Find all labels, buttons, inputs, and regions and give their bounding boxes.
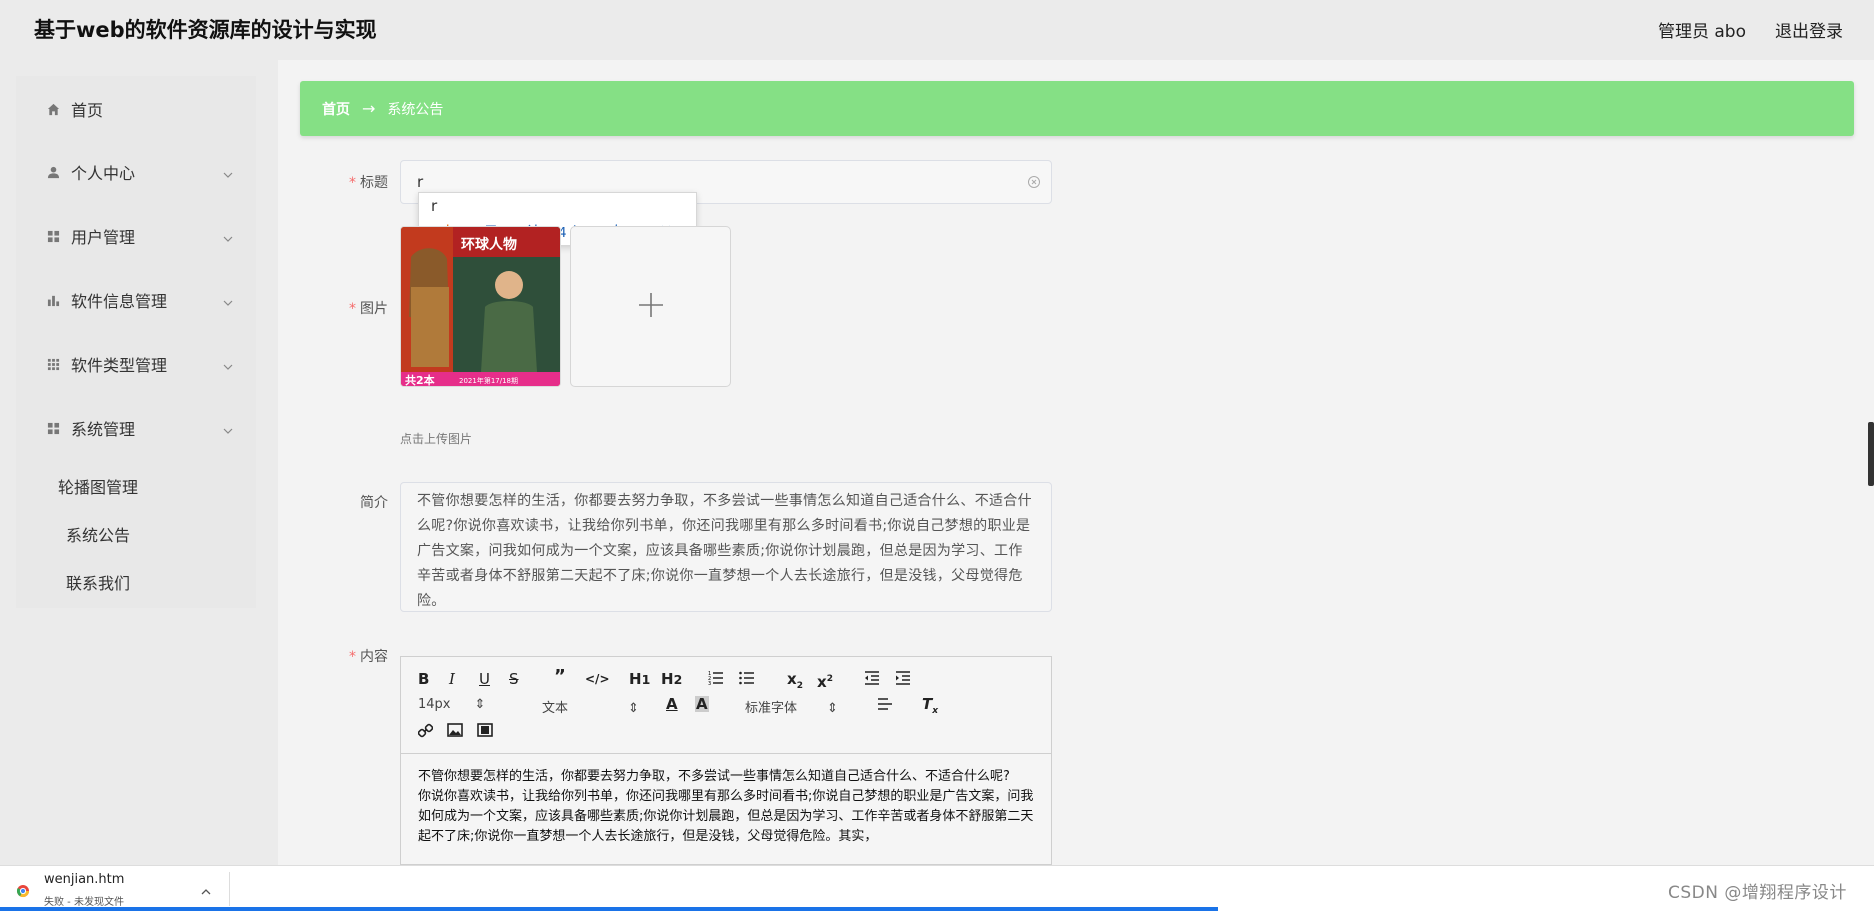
sidebar-item-users[interactable]: 用户管理 (16, 206, 256, 266)
grid-icon (46, 421, 60, 435)
chevron-up-icon[interactable] (200, 883, 212, 895)
font-family-select[interactable]: 标准字体 ⇕ (745, 697, 838, 716)
subscript-icon[interactable]: x2 (787, 671, 803, 694)
chevron-down-icon (222, 358, 234, 370)
select-arrows-icon: ⇕ (827, 701, 838, 716)
content-label: * 内容 (349, 649, 388, 665)
sidebar-subitem-contact[interactable]: 联系我们 (66, 570, 130, 594)
chevron-down-icon (222, 294, 234, 306)
sidebar-item-label: 用户管理 (71, 228, 136, 247)
thumb-issue: 2021年第17/18期 (459, 376, 518, 385)
select-arrows-icon: ⇕ (474, 697, 486, 712)
image-icon[interactable] (447, 723, 463, 740)
svg-text:3: 3 (708, 681, 711, 685)
download-filename[interactable]: wenjian.htm (44, 872, 124, 887)
ime-composition: r (431, 197, 438, 215)
sidebar-item-profile[interactable]: 个人中心 (16, 142, 256, 202)
breadcrumb: 首页 → 系统公告 (300, 81, 1854, 136)
sidebar-subitem-carousel[interactable]: 轮播图管理 (58, 474, 138, 498)
arrow-right-icon: → (362, 99, 376, 118)
app-title: 基于web的软件资源库的设计与实现 (34, 18, 377, 42)
underline-icon[interactable]: U (479, 671, 490, 687)
chevron-down-icon (222, 230, 234, 242)
title-label: * 标题 (349, 175, 388, 191)
outdent-icon[interactable] (864, 671, 880, 688)
clear-icon[interactable] (1027, 174, 1041, 188)
intro-textarea[interactable]: 不管你想要怎样的生活，你都要去努力争取，不多尝试一些事情怎么知道自己适合什么、不… (400, 482, 1052, 612)
sidebar-item-software-types[interactable]: 软件类型管理 (16, 334, 256, 394)
sidebar-subitem-announcements[interactable]: 系统公告 (66, 522, 130, 546)
grid-icon (46, 229, 60, 243)
link-icon[interactable] (417, 723, 434, 741)
code-icon[interactable]: </> (585, 671, 610, 687)
sidebar: 首页 个人中心 用户管理 软件信息管理 软件类型管理 系统管理 轮播图管理 系统… (16, 76, 256, 608)
align-icon[interactable] (877, 697, 893, 714)
thumb-title: 环球人物 (461, 236, 517, 253)
upload-hint: 点击上传图片 (400, 432, 473, 446)
current-user: 管理员 abo (1657, 22, 1746, 42)
uploaded-image-thumbnail[interactable]: 共2本 2021年第17/18期 环球人物 (400, 226, 561, 387)
thumb-badge: 共2本 (405, 373, 435, 387)
content-paragraph: 你说你喜欢读书，让我给你列书单，你还问我哪里有那么多时间看书;你说自己梦想的职业… (418, 789, 1034, 844)
bold-icon[interactable]: B (418, 671, 429, 687)
superscript-icon[interactable]: x2 (817, 671, 833, 690)
strikethrough-icon[interactable]: S (509, 671, 519, 687)
sidebar-item-label: 个人中心 (71, 164, 136, 183)
select-arrows-icon: ⇕ (628, 701, 639, 716)
breadcrumb-home[interactable]: 首页 (322, 99, 350, 119)
divider (229, 872, 230, 906)
user-icon (46, 165, 60, 179)
sidebar-item-system[interactable]: 系统管理 (16, 398, 256, 458)
image-label: * 图片 (349, 301, 388, 317)
watermark: CSDN @增翔程序设计 (1668, 883, 1847, 903)
sidebar-item-label: 软件信息管理 (71, 292, 168, 311)
heading1-icon[interactable]: H1 (629, 671, 650, 688)
clear-format-icon[interactable]: Tx (922, 696, 938, 719)
editor-content[interactable]: 不管你想要怎样的生活，你都要去努力争取，不多尝试一些事情怎么知道自己适合什么、不… (418, 767, 1038, 847)
content-paragraph: 不管你想要怎样的生活，你都要去努力争取，不多尝试一些事情怎么知道自己适合什么、不… (418, 769, 1010, 784)
page-scrollbar[interactable] (1868, 422, 1874, 486)
download-bar (0, 865, 1874, 911)
sidebar-item-label: 软件类型管理 (71, 356, 168, 375)
breadcrumb-current: 系统公告 (387, 101, 444, 118)
bullet-list-icon[interactable] (739, 671, 755, 688)
download-status: 失败 - 未发现文件 (44, 897, 124, 908)
block-type-select[interactable]: 文本 ⇕ (542, 697, 639, 716)
sidebar-item-home[interactable]: 首页 (16, 79, 256, 139)
quote-icon[interactable]: ” (554, 668, 566, 686)
video-icon[interactable] (477, 723, 493, 740)
bar-chart-icon (46, 293, 60, 307)
sidebar-item-label: 系统管理 (71, 420, 136, 439)
image-upload-button[interactable] (570, 226, 731, 387)
logout-link[interactable]: 退出登录 (1775, 17, 1843, 42)
rich-text-editor: B I U S ” </> H1 H2 123 x2 x2 14px ⇕ 文本 ⇕ … (400, 656, 1052, 865)
background-color-icon[interactable]: A (695, 696, 709, 712)
home-icon (46, 102, 60, 116)
font-size-select[interactable]: 14px ⇕ (418, 697, 485, 712)
ordered-list-icon[interactable]: 123 (708, 671, 724, 688)
heading2-icon[interactable]: H2 (661, 671, 682, 688)
chevron-down-icon (222, 166, 234, 178)
plus-icon (637, 291, 665, 323)
grid-9-icon (46, 357, 60, 371)
chrome-file-icon (16, 883, 30, 898)
editor-toolbar: B I U S ” </> H1 H2 123 x2 x2 14px ⇕ 文本 ⇕ … (401, 657, 1051, 754)
sidebar-item-software-info[interactable]: 软件信息管理 (16, 270, 256, 330)
indent-icon[interactable] (895, 671, 911, 688)
italic-icon[interactable]: I (449, 671, 455, 687)
sidebar-item-label: 首页 (71, 101, 104, 120)
font-color-icon[interactable]: A (666, 696, 678, 712)
taskbar-progress-line (0, 907, 1218, 911)
chevron-down-icon (222, 422, 234, 434)
intro-label: 简介 (360, 495, 388, 511)
